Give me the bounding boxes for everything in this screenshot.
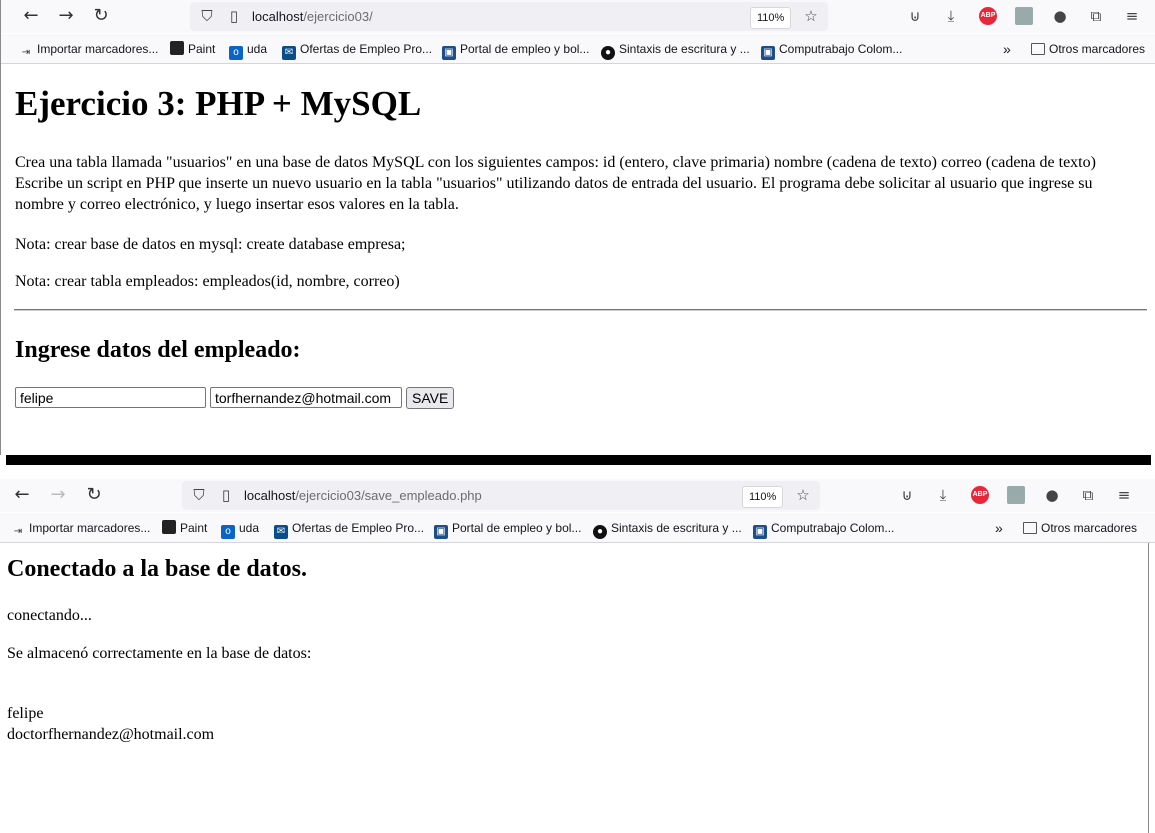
saved-email: doctorfhernandez@hotmail.com — [7, 726, 215, 743]
menu-hamburger-icon[interactable]: ≡ — [1123, 7, 1141, 25]
back-arrow-icon[interactable]: ← — [21, 6, 41, 26]
mail-icon: ✉ — [274, 525, 288, 539]
profile-avatar-icon[interactable] — [1015, 7, 1033, 25]
bookmark-paint[interactable]: Paint — [170, 40, 215, 58]
extension-puzzle-icon[interactable]: ● — [1051, 7, 1069, 25]
github-icon: ● — [601, 46, 615, 60]
exercise-description: Crea una tabla llamada "usuarios" en una… — [15, 154, 1096, 213]
forward-arrow-icon[interactable]: → — [48, 485, 68, 505]
paint-icon — [170, 41, 184, 55]
pocket-icon[interactable]: ⊍ — [898, 486, 916, 504]
status-connecting: conectando... — [7, 607, 92, 624]
zoom-level-badge[interactable]: 110% — [742, 486, 784, 508]
bookmark-ofertas[interactable]: ✉ Ofertas de Empleo Pro... — [282, 40, 432, 60]
address-bar[interactable]: ⛉ ▯ localhost/ejercicio03/save_empleado.… — [182, 481, 820, 510]
bookmarks-bar: ⇥ Importar marcadores... Paint o uda ✉ Ofer… — [0, 513, 1155, 543]
shield-icon[interactable]: ⛉ — [198, 7, 216, 25]
bookmark-sintaxis[interactable]: ● Sintaxis de escritura y ... — [601, 40, 750, 60]
page-info-icon[interactable]: ▯ — [225, 7, 243, 25]
forward-arrow-icon[interactable]: → — [56, 6, 76, 26]
page-title: Ejercicio 3: PHP + MySQL — [15, 84, 422, 123]
profile-avatar-icon[interactable] — [1007, 486, 1025, 504]
bookmark-portal[interactable]: ▣ Portal de empleo y bol... — [442, 40, 589, 60]
bookmarks-bar: ⇥ Importar marcadores... Paint o uda ✉ Ofer… — [1, 34, 1155, 64]
url-text[interactable]: localhost/ejercicio03/save_empleado.php — [244, 488, 482, 503]
bookmark-star-icon[interactable]: ☆ — [794, 486, 812, 504]
pocket-icon[interactable]: ⊍ — [906, 7, 924, 25]
portal-icon: ▣ — [442, 46, 456, 60]
connection-heading: Conectado a la base de datos. — [7, 556, 308, 582]
bookmark-import[interactable]: ⇥ Importar marcadores... — [11, 519, 151, 537]
bookmark-ofertas[interactable]: ✉ Ofertas de Empleo Pro... — [274, 519, 424, 539]
url-text[interactable]: localhost/ejercicio03/ — [252, 9, 373, 24]
bookmark-computrabajo[interactable]: ▣ Computrabajo Colom... — [761, 40, 902, 60]
browser-window-form: ← → ↻ ⛉ ▯ localhost/ejercicio03/ 110% ☆ … — [0, 0, 1155, 455]
horizontal-rule — [14, 309, 1147, 311]
extensions-icon[interactable]: ⧉ — [1087, 7, 1105, 25]
note-table: Nota: crear tabla empleados: empleados(i… — [15, 273, 400, 290]
extension-puzzle-icon[interactable]: ● — [1043, 486, 1061, 504]
paint-icon — [162, 520, 176, 534]
import-icon: ⇥ — [13, 526, 23, 537]
mail-icon: ✉ — [282, 46, 296, 60]
folder-icon — [1031, 43, 1045, 55]
back-arrow-icon[interactable]: ← — [12, 485, 32, 505]
browser-toolbar: ← → ↻ ⛉ ▯ localhost/ejercicio03/save_emp… — [0, 479, 1155, 512]
bookmark-paint[interactable]: Paint — [162, 519, 207, 537]
window-border — [1148, 543, 1149, 833]
folder-icon — [1023, 522, 1037, 534]
bookmark-computrabajo[interactable]: ▣ Computrabajo Colom... — [753, 519, 894, 539]
page-info-icon[interactable]: ▯ — [217, 486, 235, 504]
status-saved: Se almacenó correctamente en la base de … — [7, 645, 312, 662]
name-input[interactable] — [15, 387, 206, 408]
save-button[interactable]: SAVE — [406, 387, 455, 409]
zoom-level-badge[interactable]: 110% — [750, 7, 792, 29]
page-content: Ejercicio 3: PHP + MySQL Crea una tabla … — [1, 64, 1155, 455]
computrabajo-icon: ▣ — [753, 525, 767, 539]
bookmark-uda[interactable]: o uda — [221, 519, 259, 539]
extensions-icon[interactable]: ⧉ — [1079, 486, 1097, 504]
window-separator — [6, 455, 1151, 465]
shield-icon[interactable]: ⛉ — [190, 486, 208, 504]
bookmark-sintaxis[interactable]: ● Sintaxis de escritura y ... — [593, 519, 742, 539]
address-bar[interactable]: ⛉ ▯ localhost/ejercicio03/ 110% ☆ — [190, 2, 828, 31]
bookmark-import[interactable]: ⇥ Importar marcadores... — [19, 40, 159, 58]
download-icon[interactable]: ⤓ — [942, 7, 960, 25]
adblock-icon[interactable]: ABP — [971, 486, 989, 504]
browser-window-result: ← → ↻ ⛉ ▯ localhost/ejercicio03/save_emp… — [0, 465, 1155, 833]
other-bookmarks[interactable]: Otros marcadores — [1031, 40, 1145, 58]
more-bookmarks-chevron-icon[interactable]: » — [995, 519, 1003, 537]
outlook-icon: o — [229, 46, 243, 60]
page-content: Conectado a la base de datos. conectando… — [0, 543, 1155, 833]
bookmark-star-icon[interactable]: ☆ — [802, 7, 820, 25]
menu-hamburger-icon[interactable]: ≡ — [1115, 486, 1133, 504]
portal-icon: ▣ — [434, 525, 448, 539]
email-input[interactable] — [210, 387, 402, 408]
adblock-icon[interactable]: ABP — [979, 7, 997, 25]
reload-icon[interactable]: ↻ — [84, 485, 104, 505]
other-bookmarks[interactable]: Otros marcadores — [1023, 519, 1137, 537]
form-title: Ingrese datos del empleado: — [15, 337, 301, 363]
computrabajo-icon: ▣ — [761, 46, 775, 60]
outlook-icon: o — [221, 525, 235, 539]
bookmark-uda[interactable]: o uda — [229, 40, 267, 60]
more-bookmarks-chevron-icon[interactable]: » — [1003, 40, 1011, 58]
bookmark-portal[interactable]: ▣ Portal de empleo y bol... — [434, 519, 581, 539]
github-icon: ● — [593, 525, 607, 539]
reload-icon[interactable]: ↻ — [91, 6, 111, 26]
import-icon: ⇥ — [21, 47, 31, 58]
browser-toolbar: ← → ↻ ⛉ ▯ localhost/ejercicio03/ 110% ☆ … — [1, 0, 1155, 33]
note-database: Nota: crear base de datos en mysql: crea… — [15, 236, 406, 253]
download-icon[interactable]: ⤓ — [934, 486, 952, 504]
saved-name: felipe — [7, 705, 44, 722]
